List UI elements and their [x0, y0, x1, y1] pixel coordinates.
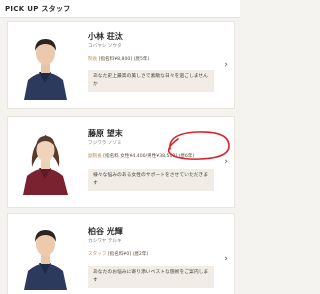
staff-name: 柏谷 光輝: [88, 227, 123, 236]
chevron-right-icon[interactable]: ›: [224, 60, 228, 70]
section-header: PICK UP スタッフ: [0, 0, 240, 18]
staff-role: 院長 [指名料¥8,800] (歴5年): [88, 56, 149, 62]
section-title: PICK UP スタッフ: [5, 5, 71, 13]
staff-kana: コバヤシ ソウタ: [88, 44, 122, 49]
staff-role: スタッフ [指名料¥0] (歴2年): [88, 251, 148, 257]
staff-card[interactable]: 藤原 望末 フジワラ ノゾミ 副院長 [指名料 女性¥4,400/男性¥38,5…: [7, 116, 235, 208]
staff-role: 副院長 [指名料 女性¥4,400/男性¥38,500] (歴6年): [88, 153, 194, 159]
staff-kana: カシワヤ テルキ: [88, 239, 122, 244]
years-label: (歴2年): [132, 252, 149, 257]
fee-label: [指名料 女性¥4,400/男性¥38,500]: [103, 154, 178, 159]
chevron-right-icon[interactable]: ›: [224, 157, 228, 167]
staff-photo: [18, 220, 73, 290]
staff-kana: フジワラ ノゾミ: [88, 141, 122, 146]
role-label: 院長: [88, 57, 98, 62]
role-label: 副院長: [88, 154, 102, 159]
staff-description: 様々な悩みのある女性のサポートをさせていただきます: [88, 169, 214, 191]
years-label: (歴5年): [133, 57, 150, 62]
staff-description: あなたのお悩みに寄り添いベストな施術をご案内します: [88, 266, 214, 288]
staff-card[interactable]: 小林 荘汰 コバヤシ ソウタ 院長 [指名料¥8,800] (歴5年) あなた史…: [7, 21, 235, 109]
years-label: (歴6年): [178, 154, 195, 159]
role-label: スタッフ: [88, 252, 107, 257]
fee-label: [指名料¥0]: [107, 252, 132, 257]
staff-name: 藤原 望末: [88, 129, 123, 138]
staff-name: 小林 荘汰: [88, 32, 123, 41]
chevron-right-icon[interactable]: ›: [224, 254, 228, 264]
fee-label: [指名料¥8,800]: [98, 57, 133, 62]
staff-card[interactable]: 柏谷 光輝 カシワヤ テルキ スタッフ [指名料¥0] (歴2年) あなたのお悩…: [7, 213, 235, 294]
staff-photo: [18, 123, 73, 195]
staff-photo: [18, 28, 73, 100]
staff-description: あなた史上最高の美しさで素敵な日々を過ごしませんか: [88, 70, 214, 92]
